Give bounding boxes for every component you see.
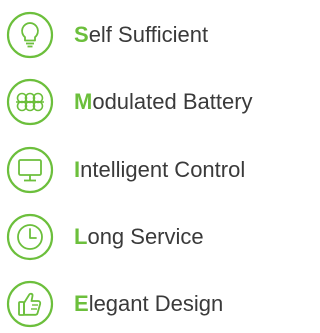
feature-label: Modulated Battery [74,89,253,115]
feature-label-initial: E [74,291,89,316]
feature-label-rest: odulated Battery [92,89,253,114]
feature-label-rest: ong Service [87,224,204,249]
feature-label: Long Service [74,224,204,250]
feature-item-modulated-battery: Modulated Battery [0,74,293,130]
feature-item-intelligent-control: Intelligent Control [0,142,293,198]
thumbs-up-icon [5,279,55,329]
feature-label: Elegant Design [74,291,223,317]
feature-label-initial: M [74,89,93,114]
feature-label: Self Sufficient [74,22,208,48]
feature-item-self-sufficient: Self Sufficient [0,7,293,63]
feature-item-elegant-design: Elegant Design [0,276,293,332]
monitor-icon [5,145,55,195]
feature-label-rest: legant Design [88,291,224,316]
feature-label-rest: elf Sufficient [88,22,209,47]
feature-list: Self Sufficient Modulated Battery Intell… [0,0,293,333]
feature-label-rest: ntelligent Control [80,157,246,182]
feature-label: Intelligent Control [74,157,245,183]
lightbulb-icon [5,10,55,60]
feature-label-initial: S [74,22,89,47]
feature-label-initial: L [74,224,88,249]
battery-module-icon [5,77,55,127]
clock-icon [5,212,55,262]
feature-item-long-service: Long Service [0,209,293,265]
